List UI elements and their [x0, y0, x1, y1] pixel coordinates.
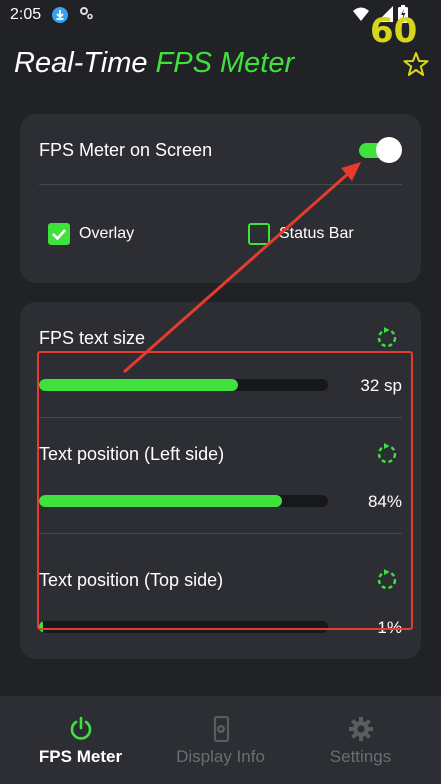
divider — [39, 417, 402, 418]
wifi-icon — [352, 5, 370, 23]
nav-fps-meter-label: FPS Meter — [38, 747, 123, 766]
divider — [39, 184, 402, 185]
gear-icon — [348, 716, 374, 742]
left-position-slider-fill — [39, 495, 282, 507]
nav-fps-meter[interactable]: FPS Meter — [7, 696, 154, 784]
power-icon — [68, 716, 94, 742]
status-bar-checkbox[interactable] — [248, 223, 270, 245]
overlay-checkbox[interactable] — [48, 223, 70, 245]
nav-display-info-label: Display Info — [176, 747, 265, 766]
settings-gear-icon — [78, 5, 94, 25]
text-size-slider-fill — [39, 379, 239, 391]
left-position-value: 84% — [367, 492, 402, 511]
star-outline-icon[interactable] — [403, 51, 429, 77]
reset-top-position-icon[interactable] — [375, 567, 399, 591]
text-settings-card: FPS text size 32 sp Text position (Left … — [20, 302, 421, 659]
display-settings-card: FPS Meter on Screen Overlay Status Bar — [20, 114, 421, 283]
text-size-value: 32 sp — [360, 376, 402, 395]
bottom-navigation: FPS Meter Display Info Settings — [0, 696, 441, 784]
fps-meter-toggle[interactable] — [357, 137, 402, 163]
fps-text-size-label: FPS text size — [39, 328, 146, 348]
toggle-knob — [376, 137, 402, 163]
top-position-value: 1% — [377, 618, 402, 637]
text-size-slider[interactable] — [39, 379, 328, 391]
nav-display-info[interactable]: Display Info — [147, 696, 294, 784]
overlay-label: Overlay — [79, 225, 135, 242]
reset-left-position-icon[interactable] — [375, 441, 399, 465]
left-position-slider[interactable] — [39, 495, 328, 507]
top-position-label: Text position (Top side) — [39, 570, 224, 590]
nav-settings[interactable]: Settings — [287, 696, 434, 784]
app-title-part2: FPS Meter — [155, 47, 295, 79]
fps-counter-overlay: 60 — [370, 11, 418, 51]
nav-settings-label: Settings — [329, 747, 392, 766]
top-position-slider-fill — [39, 621, 44, 633]
phone-gear-icon — [208, 715, 234, 743]
top-position-slider[interactable] — [39, 621, 328, 633]
status-bar-label: Status Bar — [279, 225, 354, 242]
fps-meter-on-screen-label: FPS Meter on Screen — [39, 140, 213, 160]
app-title: Real-Time FPS Meter — [14, 47, 294, 80]
status-time: 2:05 — [10, 6, 42, 23]
download-icon — [52, 7, 68, 23]
app-title-part1: Real-Time — [14, 47, 156, 79]
left-position-label: Text position (Left side) — [39, 444, 225, 464]
divider — [39, 533, 402, 534]
reset-text-size-icon[interactable] — [375, 325, 399, 349]
